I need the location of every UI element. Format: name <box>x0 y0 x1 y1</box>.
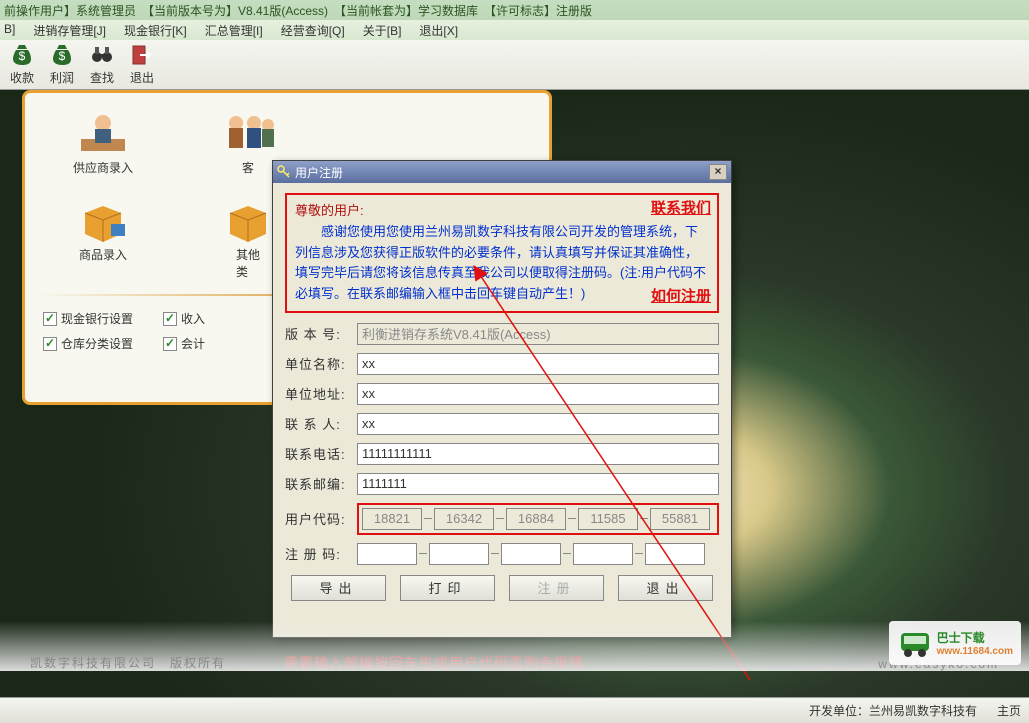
reg-code-4[interactable] <box>573 543 633 565</box>
status-dev-unit: 开发单位：兰州易凯数字科技有 <box>809 702 977 719</box>
exit-button[interactable]: 退出 <box>618 575 713 601</box>
checkbox-icon <box>163 312 177 326</box>
message-text: 感谢您使用您使用兰州易凯数字科技有限公司开发的管理系统，下列信息涉及您获得正版软… <box>295 222 709 305</box>
version-label: 版 本 号: <box>285 324 351 343</box>
menu-item[interactable]: B] <box>4 22 15 38</box>
unit-name-label: 单位名称: <box>285 354 351 373</box>
toolbar-exit[interactable]: 退出 <box>122 42 162 88</box>
unit-name-field[interactable] <box>357 353 719 375</box>
phone-field[interactable] <box>357 443 719 465</box>
unit-addr-label: 单位地址: <box>285 384 351 403</box>
toolbar-label: 退出 <box>130 69 154 86</box>
reg-code-label: 注 册 码: <box>285 544 351 563</box>
menu-item[interactable]: 退出[X] <box>419 22 458 38</box>
phone-label: 联系电话: <box>285 444 351 463</box>
user-code-label: 用户代码: <box>285 509 351 528</box>
reg-code-3[interactable] <box>501 543 561 565</box>
toolbar-receipt[interactable]: $ 收款 <box>2 42 42 88</box>
zip-label: 联系邮编: <box>285 474 351 493</box>
menu-item[interactable]: 进销存管理[J] <box>33 22 106 38</box>
check-label: 现金银行设置 <box>61 310 133 327</box>
reg-code-2[interactable] <box>429 543 489 565</box>
logo-url: www.11684.com <box>937 646 1013 657</box>
accounting-setting[interactable]: 会计 <box>163 335 205 352</box>
toolbar-label: 查找 <box>90 69 114 86</box>
reg-code-group <box>357 543 719 565</box>
check-label: 仓库分类设置 <box>61 335 133 352</box>
binoculars-icon <box>90 43 114 67</box>
checkbox-icon <box>163 337 177 351</box>
dialog-title: 用户注册 <box>295 164 343 181</box>
checkbox-icon <box>43 337 57 351</box>
people-icon <box>220 111 276 155</box>
user-code-1: 18821 <box>362 508 422 530</box>
money-bag-icon: $ <box>10 43 34 67</box>
workspace: 供应商录入 客 商品录入 其他类 现金银行设置 收入 仓库分类设置 会计 用户注… <box>0 90 1029 697</box>
box-icon <box>75 198 131 242</box>
icon-label: 供应商录入 <box>73 159 133 176</box>
check-label: 会计 <box>181 335 205 352</box>
user-code-2: 16342 <box>434 508 494 530</box>
user-code-4: 11585 <box>578 508 638 530</box>
export-button[interactable]: 导出 <box>291 575 386 601</box>
reg-code-1[interactable] <box>357 543 417 565</box>
dialog-titlebar[interactable]: 用户注册 × <box>273 161 731 183</box>
product-entry-icon[interactable]: 商品录入 <box>43 198 163 280</box>
toolbar: $ 收款 $ 利润 查找 退出 <box>0 40 1029 90</box>
print-button[interactable]: 打印 <box>400 575 495 601</box>
svg-text:$: $ <box>59 49 66 63</box>
copyright-text: 凯数字科技有限公司 版权所有 <box>30 654 226 671</box>
menu-item[interactable]: 现金银行[K] <box>124 22 187 38</box>
version-field <box>357 323 719 345</box>
icon-label: 商品录入 <box>79 246 127 263</box>
menu-item[interactable]: 汇总管理[I] <box>205 22 263 38</box>
person-desk-icon <box>75 111 131 155</box>
close-button[interactable]: × <box>709 164 727 180</box>
contact-person-field[interactable] <box>357 413 719 435</box>
watermark-logo: 巴士下载www.11684.com <box>889 621 1021 665</box>
icon-label: 客 <box>242 159 254 176</box>
status-homepage: 主页 <box>997 702 1021 719</box>
check-label: 收入 <box>181 310 205 327</box>
status-bar: 开发单位：兰州易凯数字科技有 主页 <box>0 697 1029 723</box>
logo-text: 巴士下载 <box>937 629 1013 646</box>
toolbar-label: 利润 <box>50 69 74 86</box>
toolbar-profit[interactable]: $ 利润 <box>42 42 82 88</box>
message-box: 联系我们 尊敬的用户: 感谢您使用您使用兰州易凯数字科技有限公司开发的管理系统，… <box>285 193 719 313</box>
menu-item[interactable]: 经营查询[Q] <box>281 22 345 38</box>
svg-text:$: $ <box>19 49 26 63</box>
cash-bank-setting[interactable]: 现金银行设置 <box>43 310 133 327</box>
title-bar: 前操作用户】系统管理员 【当前版本号为】V8.41版(Access) 【当前帐套… <box>0 0 1029 20</box>
warehouse-setting[interactable]: 仓库分类设置 <box>43 335 133 352</box>
box-icon <box>220 198 276 242</box>
icon-label: 其他类 <box>236 246 260 280</box>
unit-addr-field[interactable] <box>357 383 719 405</box>
reg-code-5[interactable] <box>645 543 705 565</box>
income-setting[interactable]: 收入 <box>163 310 205 327</box>
register-button[interactable]: 注册 <box>509 575 604 601</box>
key-icon <box>277 165 291 179</box>
supplier-entry-icon[interactable]: 供应商录入 <box>43 111 163 176</box>
toolbar-search[interactable]: 查找 <box>82 42 122 88</box>
menu-item[interactable]: 关于[B] <box>363 22 402 38</box>
bus-icon <box>897 625 933 661</box>
user-code-group: 18821 16342 16884 11585 55881 <box>357 503 719 535</box>
user-code-3: 16884 <box>506 508 566 530</box>
checkbox-icon <box>43 312 57 326</box>
zip-field[interactable] <box>357 473 719 495</box>
how-to-register-link[interactable]: 如何注册 <box>651 285 711 309</box>
contact-person-label: 联 系 人: <box>285 414 351 433</box>
toolbar-label: 收款 <box>10 69 34 86</box>
exit-icon <box>130 43 154 67</box>
copyright-footer: 凯数字科技有限公司 版权所有 www.easyko.com <box>0 621 1029 671</box>
user-code-5: 55881 <box>650 508 710 530</box>
greeting-text: 尊敬的用户: <box>295 201 709 222</box>
register-dialog: 用户注册 × 联系我们 尊敬的用户: 感谢您使用您使用兰州易凯数字科技有限公司开… <box>272 160 732 638</box>
contact-us-link[interactable]: 联系我们 <box>651 197 711 221</box>
menu-bar: B] 进销存管理[J] 现金银行[K] 汇总管理[I] 经营查询[Q] 关于[B… <box>0 20 1029 40</box>
money-bag-icon: $ <box>50 43 74 67</box>
